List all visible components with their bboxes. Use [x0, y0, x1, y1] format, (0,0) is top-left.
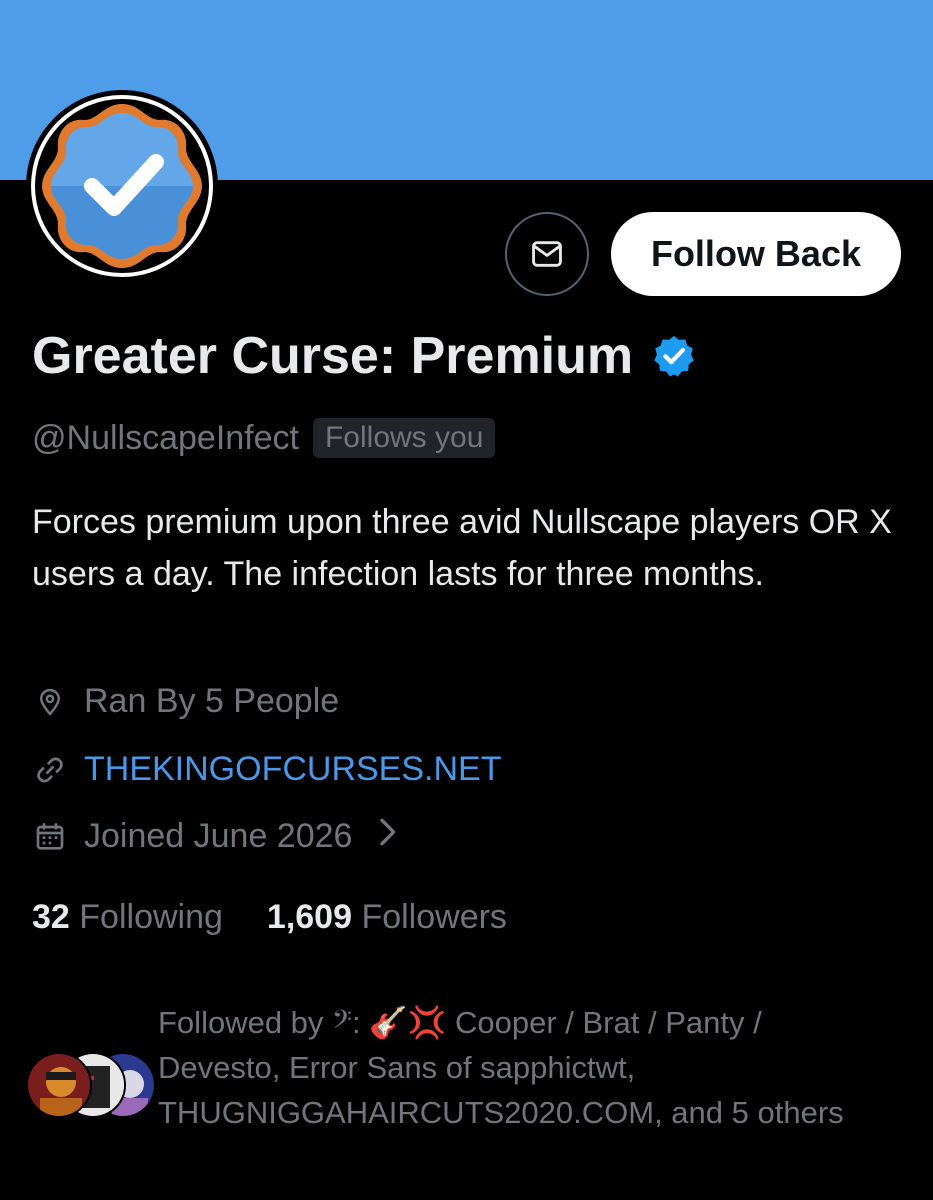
- website-row: THEKINGOFCURSES.NET: [32, 750, 501, 789]
- calendar-icon: [32, 819, 68, 855]
- location-text: Ran By 5 People: [84, 682, 340, 720]
- handle: @NullscapeInfect: [32, 418, 299, 457]
- website-link[interactable]: THEKINGOFCURSES.NET: [84, 750, 501, 789]
- display-name-text: Greater Curse: Premium: [32, 327, 634, 385]
- message-button[interactable]: [504, 212, 589, 296]
- joined-row[interactable]: Joined June 2026: [32, 817, 398, 856]
- followers-stat[interactable]: 1,609 Followers: [267, 898, 507, 937]
- following-stat[interactable]: 32 Following: [32, 898, 223, 937]
- followed-by-text: Followed by 𝄢: 🎸💢 Cooper / Brat / Panty …: [158, 1005, 844, 1130]
- mail-icon: [532, 241, 562, 267]
- bio: Forces premium upon three avid Nullscape…: [32, 503, 892, 593]
- follower-avatar: [26, 1052, 92, 1118]
- chevron-right-icon: [376, 817, 398, 856]
- followers-count: 1,609: [266, 898, 352, 936]
- follow-back-button[interactable]: Follow Back: [610, 212, 901, 296]
- followed-by-avatars: [26, 1052, 156, 1118]
- following-count: 32: [32, 898, 70, 936]
- joined-text: Joined June 2026: [84, 817, 353, 855]
- verified-badge-icon[interactable]: [651, 333, 697, 379]
- followers-label: Followers: [361, 898, 507, 936]
- location-pin-icon: [32, 684, 68, 720]
- following-label: Following: [79, 898, 223, 936]
- location-row: Ran By 5 People: [32, 682, 339, 721]
- link-icon: [32, 752, 68, 788]
- follows-you-badge: Follows you: [312, 418, 496, 458]
- profile-avatar[interactable]: [22, 86, 222, 286]
- display-name: Greater Curse: Premium: [32, 326, 697, 386]
